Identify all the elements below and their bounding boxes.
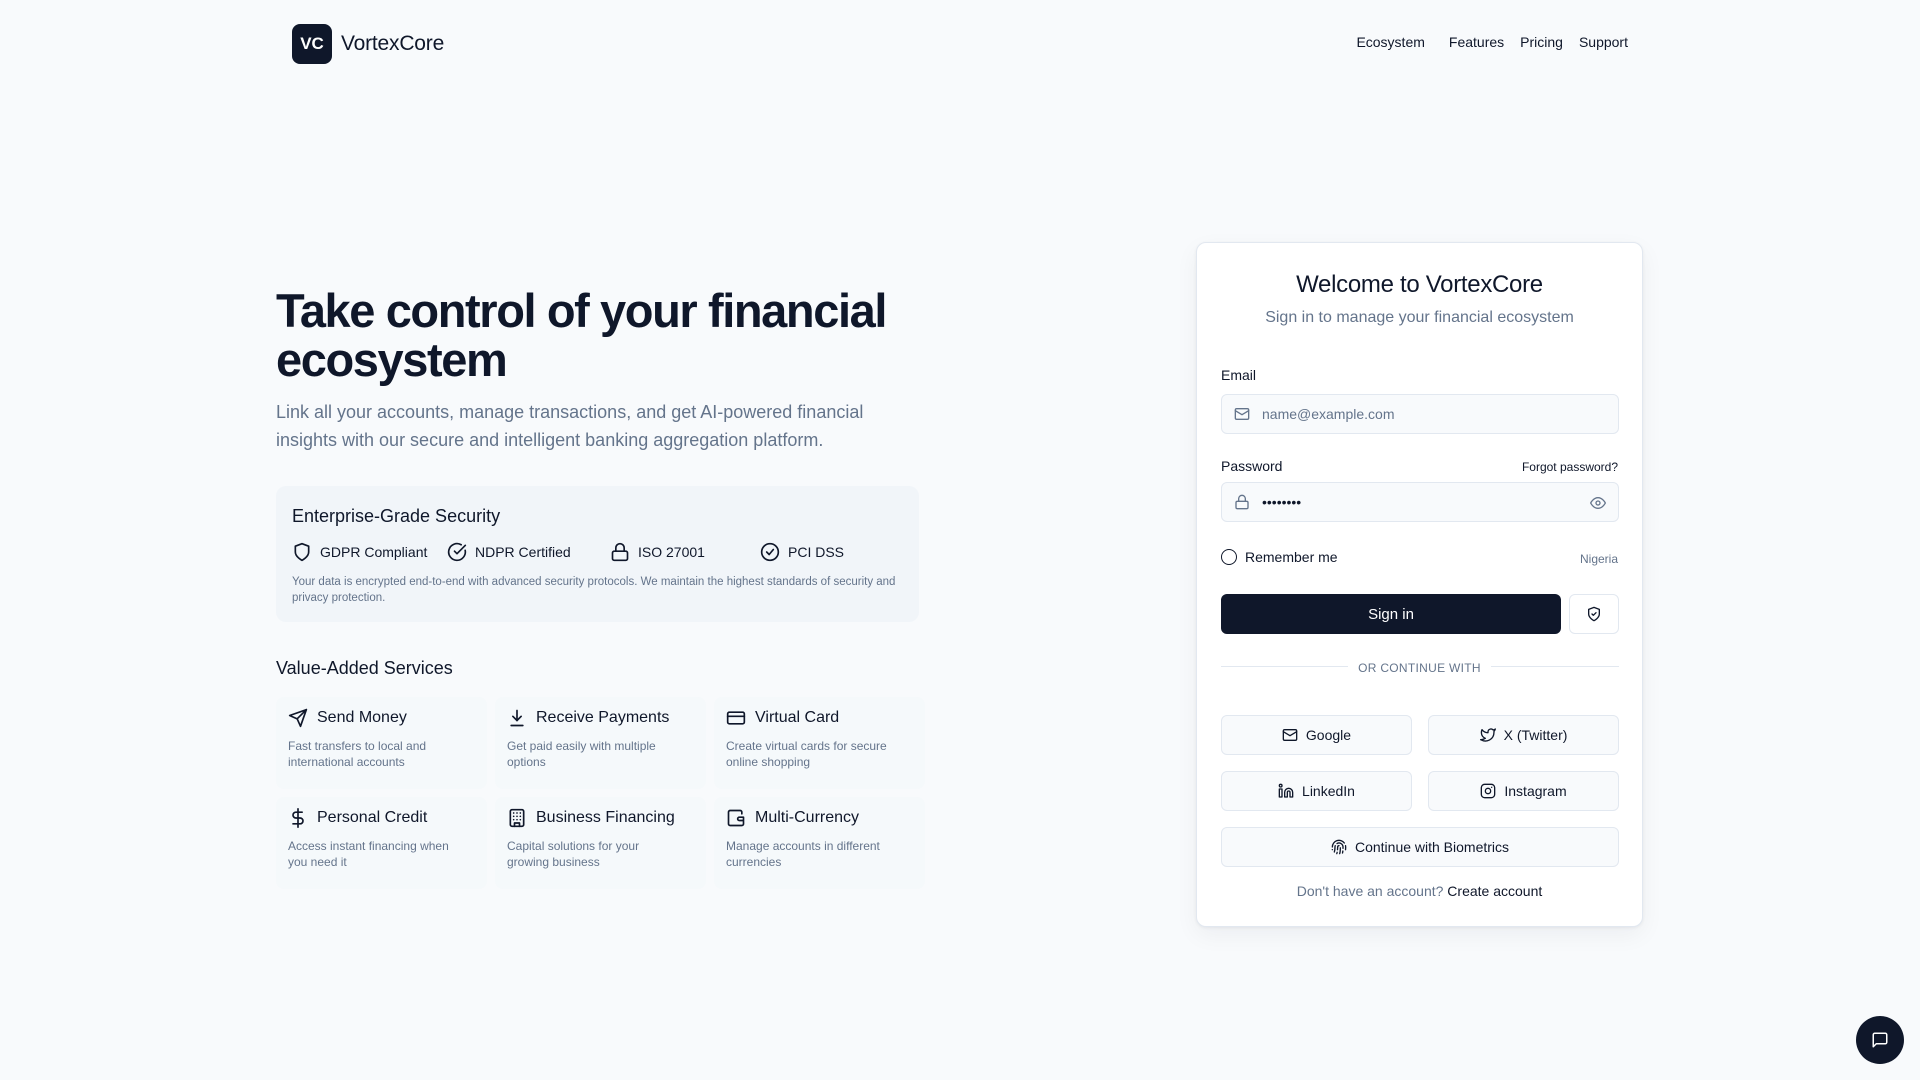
brand-name: VortexCore <box>341 32 445 55</box>
hero-title: Take control of your financial ecosystem <box>276 284 887 386</box>
nav-features[interactable]: Features <box>1449 34 1504 50</box>
remember-me-radio[interactable] <box>1221 549 1237 565</box>
linkedin-icon <box>1278 783 1294 798</box>
password-input[interactable] <box>1262 494 1582 510</box>
google-label: Google <box>1305 727 1352 743</box>
chat-button[interactable] <box>1856 1016 1904 1064</box>
logo-mark: VC <box>292 24 332 64</box>
login-page: VC VortexCore Ecosystem Features Pricing… <box>0 0 1920 1080</box>
service-name: Business Financing <box>536 809 675 826</box>
email-field[interactable] <box>1221 394 1619 434</box>
service-desc: Get paid easily with multiple options <box>507 739 656 769</box>
shield-check-icon <box>1588 606 1600 622</box>
services-grid: Send Money Fast transfers to local and i… <box>276 697 925 889</box>
service-send-money[interactable]: Send Money Fast transfers to local and i… <box>276 697 487 789</box>
email-input[interactable] <box>1262 406 1582 422</box>
service-desc: Capital solutions for your growing busin… <box>507 839 640 869</box>
service-desc: Fast transfers to local and internationa… <box>288 739 427 769</box>
security-title: Enterprise-Grade Security <box>292 506 501 526</box>
send-icon <box>288 708 308 728</box>
mail-icon <box>1282 729 1298 741</box>
hero-subtitle: Link all your accounts, manage transacti… <box>276 402 864 450</box>
download-icon <box>510 709 524 727</box>
signup-prompt: Don't have an account? Create account <box>1197 883 1642 899</box>
signup-prompt-text: Don't have an account? <box>1296 883 1444 899</box>
service-desc: Access instant financing when you need i… <box>288 839 449 869</box>
region-label: Nigeria <box>1579 552 1618 566</box>
instagram-icon <box>1481 783 1496 799</box>
badge-iso: ISO 27001 <box>610 542 760 562</box>
twitter-label: X (Twitter) <box>1503 727 1568 743</box>
linkedin-label: LinkedIn <box>1302 783 1355 799</box>
top-header: VC VortexCore Ecosystem Features Pricing… <box>0 0 1920 88</box>
building-icon <box>509 808 525 828</box>
service-name: Multi-Currency <box>755 809 860 826</box>
signin-card: Welcome to VortexCore Sign in to manage … <box>1196 242 1643 927</box>
service-virtual-card[interactable]: Virtual Card Create virtual cards for se… <box>714 697 925 789</box>
nav-support[interactable]: Support <box>1579 34 1628 50</box>
google-button[interactable]: Google <box>1221 715 1412 755</box>
divider-text: OR CONTINUE WITH <box>1348 661 1491 675</box>
signin-subtitle: Sign in to manage your financial ecosyst… <box>1265 309 1574 326</box>
wallet-icon <box>727 809 745 827</box>
service-business-financing[interactable]: Business Financing Capital solutions for… <box>495 797 706 889</box>
badge-gdpr: GDPR Compliant <box>292 542 447 562</box>
password-label: Password <box>1221 458 1283 474</box>
remember-me[interactable]: Remember me <box>1221 549 1338 565</box>
email-label: Email <box>1221 367 1257 383</box>
chat-icon <box>1872 1032 1888 1048</box>
biometrics-button[interactable]: Continue with Biometrics <box>1221 827 1619 867</box>
service-name: Send Money <box>317 709 407 726</box>
twitter-button[interactable]: X (Twitter) <box>1428 715 1619 755</box>
eye-icon[interactable] <box>1590 495 1606 511</box>
lock-icon <box>611 542 629 562</box>
linkedin-button[interactable]: LinkedIn <box>1221 771 1412 811</box>
brand-logo[interactable]: VC VortexCore <box>292 24 444 64</box>
security-note: Your data is encrypted end-to-end with a… <box>292 576 896 604</box>
badge-label: NDPR Certified <box>475 544 571 560</box>
nav-ecosystem[interactable]: Ecosystem <box>1356 34 1424 50</box>
badge-ndpr: NDPR Certified <box>447 542 610 562</box>
fingerprint-icon <box>1331 839 1347 855</box>
check-circle-icon <box>760 542 780 562</box>
remember-me-label: Remember me <box>1245 549 1338 565</box>
mail-icon <box>1234 408 1250 420</box>
service-desc: Create virtual cards for secure online s… <box>726 739 887 769</box>
security-check-button[interactable] <box>1569 594 1619 634</box>
nav-pricing[interactable]: Pricing <box>1520 34 1563 50</box>
security-card: Enterprise-Grade Security GDPR Compliant… <box>276 486 919 622</box>
service-personal-credit[interactable]: Personal Credit Access instant financing… <box>276 797 487 889</box>
biometrics-label: Continue with Biometrics <box>1354 839 1510 855</box>
check-circle-icon <box>447 542 467 562</box>
credit-card-icon <box>726 711 746 725</box>
services-title: Value-Added Services <box>276 658 453 678</box>
service-name: Personal Credit <box>317 809 428 826</box>
shield-icon <box>294 542 310 562</box>
badge-pci: PCI DSS <box>760 542 844 562</box>
create-account-link[interactable]: Create account <box>1447 883 1542 899</box>
hero-section: Take control of your financial ecosystem… <box>276 286 926 454</box>
instagram-button[interactable]: Instagram <box>1428 771 1619 811</box>
lock-icon <box>1235 494 1249 510</box>
password-field[interactable] <box>1221 482 1619 522</box>
service-multi-currency[interactable]: Multi-Currency Manage accounts in differ… <box>714 797 925 889</box>
dollar-icon <box>292 808 304 828</box>
divider: OR CONTINUE WITH <box>1197 659 1642 677</box>
twitter-icon <box>1479 728 1496 742</box>
badge-label: PCI DSS <box>788 544 845 560</box>
signin-title: Welcome to VortexCore <box>1296 271 1543 298</box>
service-name: Receive Payments <box>536 709 670 726</box>
security-badges: GDPR Compliant NDPR Certified ISO 27001 … <box>292 542 903 562</box>
badge-label: ISO 27001 <box>638 544 705 560</box>
forgot-password-link[interactable]: Forgot password? <box>1522 460 1618 474</box>
service-name: Virtual Card <box>755 709 840 726</box>
service-desc: Manage accounts in different currencies <box>726 839 880 869</box>
badge-label: GDPR Compliant <box>320 544 428 560</box>
main-nav: Ecosystem Features Pricing Support <box>1356 34 1628 50</box>
instagram-label: Instagram <box>1504 783 1567 799</box>
signin-button[interactable]: Sign in <box>1221 594 1561 634</box>
service-receive-payments[interactable]: Receive Payments Get paid easily with mu… <box>495 697 706 789</box>
